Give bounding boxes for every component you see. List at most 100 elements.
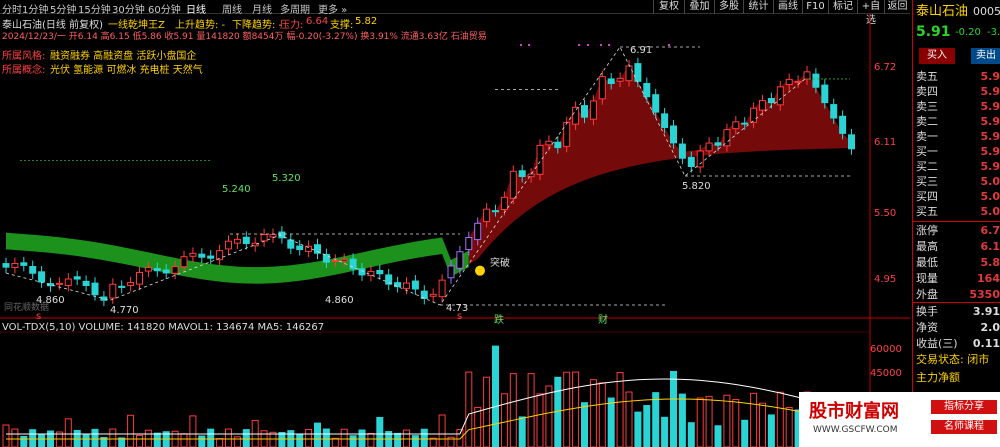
quote-stat2-1: 净资 2.0 [916,320,1000,336]
quote-stat-3: 现量 164 [916,271,1000,287]
candle-body [848,134,855,150]
volume-bar [198,435,206,447]
candle-body [358,268,366,276]
signal-dot [587,44,589,46]
order-level-value: 5.9 [980,130,1000,143]
candle-body [233,238,241,244]
candle-body [509,170,517,199]
candle-body [839,115,847,134]
candle-body [670,125,677,144]
price-label-4860-b: 4.860 [325,295,354,306]
candle-body [492,210,499,213]
toolbar-button-1[interactable]: 叠加 [684,0,714,14]
kline-chart[interactable] [0,14,910,447]
brand-title: 股市财富网 [809,401,899,422]
candle-body [136,271,143,285]
tag-share[interactable]: 指标分享 [931,400,997,414]
watermark-text: 同花顺数据 [4,303,50,313]
candle-body [687,156,695,168]
volume-bar [367,432,375,447]
candle-body [500,196,508,211]
candle-body [750,107,758,123]
volume-bar [429,437,437,447]
candle-body [29,265,37,274]
candle-body [11,263,19,269]
volume-bar [500,393,508,447]
candle-body [198,253,206,258]
candle-body [171,266,179,274]
toolbar-button-5[interactable]: F10 [802,0,828,14]
volume-bar [233,436,241,447]
order-level-7: 买三 5.0 [916,174,1000,190]
toolbar-button-6[interactable]: 标记 [828,0,857,14]
candle-body [714,142,722,146]
divider [913,302,1000,303]
candle-body [260,234,268,242]
vol-ma1-line [6,378,852,435]
volume-bar [652,392,660,447]
quote-stat-value: 6.7 [980,224,1000,237]
low-price-label-5820: 5.820 [682,181,711,192]
candle-body [581,105,588,118]
quote-stat2-label: 净资 [916,321,938,334]
volume-bar [394,432,402,447]
sell-button[interactable]: 卖出 [971,48,1000,64]
signal-dot [528,44,530,46]
quote-stat2-2: 收益(三) 0.11 [916,336,1000,352]
trade-status: 交易状态: 闭市 [916,353,990,366]
order-level-1: 卖四 5.9 [916,84,1000,100]
toolbar-button-4[interactable]: 画线 [773,0,802,14]
buy-button[interactable]: 买入 [919,48,955,64]
candle-body [554,141,562,149]
candle-body [776,86,784,106]
candle-body [376,270,384,275]
candle-body [207,255,215,259]
volume-bar [670,370,677,447]
candle-body [767,98,775,104]
volume-bar [723,394,731,447]
volume-bar [759,402,766,447]
toolbar-button-3[interactable]: 统计 [743,0,773,14]
y-tick-611: 6.11 [874,137,897,148]
volume-bar [20,435,28,447]
candle-body [331,259,339,262]
y-tick-550: 5.50 [874,208,897,219]
candle-body [643,82,651,98]
toolbar-button-2[interactable]: 多股 [714,0,743,14]
toolbar-button-8[interactable]: 返回 [884,0,910,14]
quote-stat-label: 现量 [916,272,938,285]
volume-bar [661,416,669,447]
toolbar-button-0[interactable]: 复权 [653,0,684,14]
order-level-value: 5.0 [980,175,1000,188]
candle-body [38,271,46,283]
quote-stat2-label: 收益(三) [916,337,958,350]
volume-bar [136,434,143,447]
vol-ma5-line [6,398,852,440]
style-label: 所属风格: [2,51,46,62]
volume-bar [349,435,357,447]
order-level-6: 买二 5.9 [916,159,1000,175]
volume-bar [340,428,348,447]
volume-bar [420,428,428,447]
candle-body [100,296,108,301]
candle-body [91,282,99,296]
tag-course[interactable]: 名师课程 [931,420,997,434]
peak-price-label: 6.91 [630,45,653,56]
candle-body [474,222,482,241]
volume-bar [545,385,553,447]
volume-bar [305,429,313,447]
candle-body [225,240,232,250]
brand-banner: 股市财富网 WWW.GSCFW.COM 指标分享 名师课程 [799,392,1000,447]
order-level-value: 5.0 [980,190,1000,203]
candle-body [741,122,749,125]
candle-body [625,65,633,82]
candle-body [696,150,704,168]
signal-dot [600,44,602,46]
volume-bar [750,392,758,447]
order-level-label: 买三 [916,175,938,188]
candle-body [465,237,473,251]
period-toolbar: 分时 1分钟 5分钟 15分钟 30分钟 60分钟 日线 周线 月线 多周期 更多 » 复权 叠加 多股统… [0,0,910,26]
candle-body [812,73,820,88]
toolbar-button-7[interactable]: +自选 [857,0,884,26]
volume-bar [38,433,46,447]
